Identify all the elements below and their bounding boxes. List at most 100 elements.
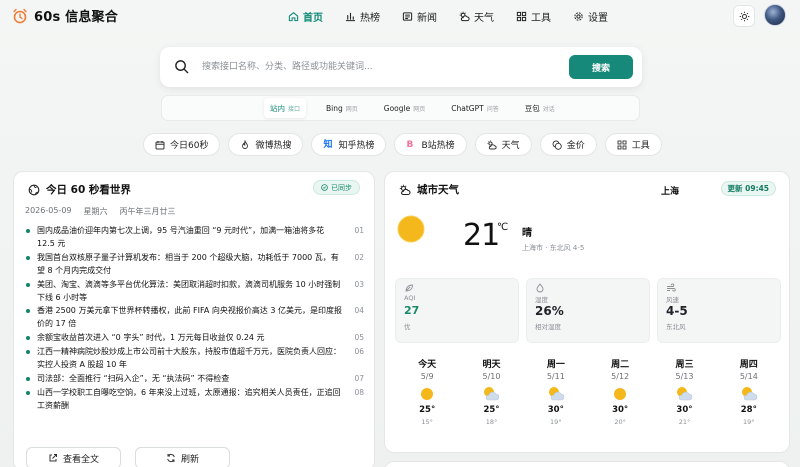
partly-cloudy-icon xyxy=(548,387,565,401)
humidity-stat: 湿度 26% 相对湿度 xyxy=(526,278,650,343)
gear-icon xyxy=(574,11,583,21)
grid-icon xyxy=(617,140,627,149)
forecast-list: 今天 5/9 25° 15° 明天 5/10 25° 18° 周一 5/11 3… xyxy=(395,357,781,426)
read-all-button[interactable]: 查看全文 xyxy=(26,447,121,467)
weather-icon xyxy=(487,140,497,149)
partly-cloudy-icon xyxy=(741,387,758,401)
weather-icon xyxy=(459,11,470,21)
temperature-unit: ℃ xyxy=(497,222,509,233)
sun-icon xyxy=(614,388,627,400)
engine-tab-chatgpt[interactable]: ChatGPT 问答 xyxy=(445,98,504,118)
sun-icon xyxy=(739,11,749,21)
chip-weather[interactable]: 天气 xyxy=(474,133,532,156)
weather-card-title: 城市天气 xyxy=(399,182,459,197)
forecast-day: 今天 5/9 25° 15° xyxy=(418,360,437,426)
wind-stat: 风速 4-5 东北风 xyxy=(657,278,781,343)
weather-condition: 晴 xyxy=(522,228,532,239)
bullet-dot xyxy=(26,336,30,341)
sync-status-badge: 已同步 xyxy=(313,180,360,195)
list-item[interactable]: 余额宝收益首次进入 “0 字头” 时代，1 万元每日收益仅 0.24 元 05 xyxy=(26,331,364,344)
chip-gold[interactable]: 金价 xyxy=(539,133,597,156)
news-weekday: 星期六 xyxy=(83,207,108,216)
weather-card: 城市天气 上海 更新 09:45 21 ℃ 晴 上海市 · 东北风 4-5 AQ… xyxy=(384,171,790,453)
refresh-icon xyxy=(167,453,175,463)
alarm-clock-icon xyxy=(13,8,27,23)
next-card-edge xyxy=(384,461,790,467)
leaf-icon xyxy=(405,284,413,292)
aqi-stat: AQI 27 优 xyxy=(395,278,519,343)
search-input[interactable] xyxy=(202,58,562,76)
partly-cloudy-icon xyxy=(484,387,500,401)
brand[interactable]: 60s 信息聚合 xyxy=(12,6,118,25)
refresh-button[interactable]: 刷新 xyxy=(135,447,230,467)
list-item[interactable]: 山西一学校职工自曝吃空饷，6 年来没上过班，太原通报：追究相关人员责任，正追回工… xyxy=(26,386,364,412)
news-date-line: 2026-05-09 星期六 丙午年三月廿三 xyxy=(25,206,176,217)
zhihu-icon: 知 xyxy=(323,139,333,150)
news-card-title: 今日 60 秒看世界 xyxy=(28,182,131,197)
wind-icon xyxy=(667,283,676,292)
brand-name: 60s 信息聚合 xyxy=(34,10,118,25)
avatar[interactable] xyxy=(764,4,786,26)
globe-icon xyxy=(28,184,40,195)
weather-location-wind: 上海市 · 东北风 4-5 xyxy=(522,244,585,252)
home-icon xyxy=(288,11,299,21)
engine-tab-bing[interactable]: Bing 网页 xyxy=(320,98,364,118)
weather-city[interactable]: 上海 xyxy=(661,184,679,197)
search-icon xyxy=(175,60,189,74)
list-item[interactable]: 香港 2500 万美元拿下世界杯转播权，此前 FIFA 向央视报价高达 3 亿美… xyxy=(26,304,364,330)
weather-update-badge: 更新 09:45 xyxy=(720,181,776,196)
forecast-day: 周一 5/11 30° 19° xyxy=(546,360,565,426)
engine-tab-site[interactable]: 站内 接口 xyxy=(264,98,307,118)
bullet-dot xyxy=(26,282,30,287)
flame-icon xyxy=(242,139,249,149)
nav-item-tools[interactable]: 工具 xyxy=(508,6,559,26)
engine-tab-doubao[interactable]: 豆包 对话 xyxy=(519,98,561,118)
bullet-dot xyxy=(26,255,30,260)
chip-bilibili[interactable]: B B站热榜 xyxy=(394,133,467,156)
weather-stats: AQI 27 优 湿度 26% 相对湿度 风速 4-5 东北风 xyxy=(395,278,781,343)
bullet-dot xyxy=(26,390,30,395)
grid-icon xyxy=(516,11,527,21)
current-temperature: 21 xyxy=(463,218,500,253)
list-item[interactable]: 我国首台双核原子量子计算机发布：相当于 200 个超级大脑，功耗低于 7000 … xyxy=(26,251,364,277)
main-nav: 首页 热榜 新闻 天气 工具 设置 xyxy=(280,6,616,26)
sun-icon xyxy=(421,388,434,400)
nav-item-home[interactable]: 首页 xyxy=(280,6,331,26)
list-item[interactable]: 美团、淘宝、滴滴等多平台优化算法：美团取消超时扣款，滴滴司机服务 10 小时强制… xyxy=(26,278,364,304)
nav-item-news[interactable]: 新闻 xyxy=(394,6,445,26)
list-item[interactable]: 司法部：全面推行 “扫码入企”，无 “执法码” 不得检查 07 xyxy=(26,372,364,385)
news-lunar-date: 丙午年三月廿三 xyxy=(119,207,176,216)
nav-item-hot[interactable]: 热榜 xyxy=(337,6,388,26)
nav-item-settings[interactable]: 设置 xyxy=(565,6,616,26)
external-link-icon xyxy=(49,454,57,462)
bullet-dot xyxy=(26,229,30,233)
nav-item-weather[interactable]: 天气 xyxy=(451,6,502,26)
list-item[interactable]: 国内成品油价迎年内第七次上调，95 号汽油重回 “9 元时代”，加满一箱油将多花… xyxy=(26,224,364,250)
news-card: 今日 60 秒看世界 已同步 2026-05-09 星期六 丙午年三月廿三 国内… xyxy=(13,171,375,467)
chip-weibo[interactable]: 微博热搜 xyxy=(228,133,304,156)
forecast-day: 周二 5/12 30° 20° xyxy=(611,360,630,426)
bilibili-icon: B xyxy=(406,139,414,150)
list-item[interactable]: 江西一精神病院炒股炒成上市公司前十大股东，持股市值超千万元，医院负责人回应：实控… xyxy=(26,345,364,371)
newspaper-icon xyxy=(402,11,413,21)
weather-icon xyxy=(399,184,411,195)
engine-tab-google[interactable]: Google 网页 xyxy=(378,98,431,118)
chip-tools[interactable]: 工具 xyxy=(604,133,662,156)
partly-cloudy-icon xyxy=(677,387,693,401)
chip-60s[interactable]: 今日60秒 xyxy=(143,133,221,156)
chip-zhihu[interactable]: 知 知乎热榜 xyxy=(311,133,387,156)
droplet-icon xyxy=(536,283,544,293)
bullet-dot xyxy=(26,349,30,354)
sun-icon xyxy=(397,215,425,243)
quick-links: 今日60秒 微博热搜 知 知乎热榜 B B站热榜 天气 金价 工具 xyxy=(143,133,662,156)
check-circle-icon xyxy=(321,184,328,191)
bar-chart-icon xyxy=(345,12,356,21)
news-actions: 查看全文 刷新 xyxy=(26,447,230,467)
bullet-dot xyxy=(26,376,30,381)
search-box: 搜索 xyxy=(160,47,642,87)
search-button[interactable]: 搜索 xyxy=(569,55,633,79)
news-list: 国内成品油价迎年内第七次上调，95 号汽油重回 “9 元时代”，加满一箱油将多花… xyxy=(26,224,364,412)
bullet-dot xyxy=(26,309,30,314)
forecast-day: 周四 5/14 28° 19° xyxy=(739,360,758,426)
theme-toggle-button[interactable] xyxy=(733,5,755,27)
